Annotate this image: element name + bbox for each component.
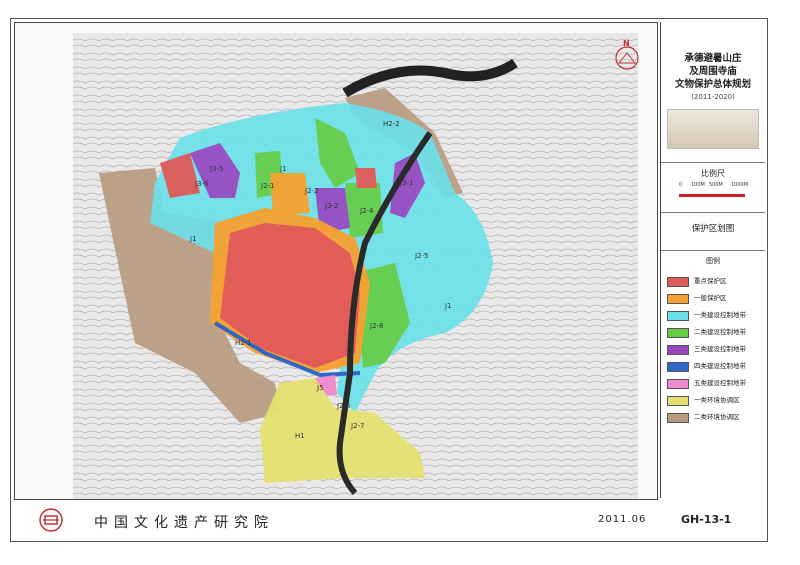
- zone-label: J3-6: [194, 180, 209, 188]
- map-frame: J1 J1 J1 J2-1 J2-2 J2-4 J2-5 J2-6 J2-7 J…: [14, 22, 658, 500]
- protection-zoning-map: J1 J1 J1 J2-1 J2-2 J2-4 J2-5 J2-6 J2-7 J…: [73, 33, 639, 499]
- zone-label: J2-7: [350, 422, 365, 430]
- zone-key-protection-ne: [355, 168, 377, 188]
- drawing-name: 保护区划图: [691, 224, 735, 234]
- zone-label: J2-5: [414, 252, 429, 260]
- legend-swatch: [667, 413, 689, 423]
- zone-label: H2-1: [235, 339, 252, 347]
- plan-title-line-3: 文物保护总体规划: [674, 79, 751, 90]
- scale-label: 比例尺: [701, 169, 725, 178]
- legend-swatch: [667, 345, 689, 355]
- legend-swatch: [667, 328, 689, 338]
- legend-label: 二类环境协调区: [694, 413, 740, 421]
- zone-label: J3-2: [324, 202, 339, 210]
- legend-swatch: [667, 311, 689, 321]
- zone-label: J2-6: [336, 402, 351, 410]
- legend-label: 重点保护区: [694, 277, 727, 285]
- zone-label: J2-4: [359, 207, 374, 215]
- zone-label: J1: [189, 235, 197, 243]
- organization-name: 中国文化遗产研究院: [94, 515, 274, 531]
- legend-swatch: [667, 379, 689, 389]
- legend-item: 一类环境协调区: [667, 395, 763, 406]
- legend-label: 五类建设控制地带: [694, 379, 746, 387]
- legend-title: 图例: [706, 257, 720, 265]
- legend-swatch: [667, 396, 689, 406]
- legend-panel: 承德避暑山庄 及周围寺庙 文物保护总体规划 (2011-2020) 比例尺 0 …: [660, 22, 765, 498]
- legend-item: 重点保护区: [667, 276, 763, 287]
- legend-label: 一类环境协调区: [694, 396, 740, 404]
- title-block: 承德避暑山庄 及周围寺庙 文物保护总体规划 (2011-2020): [661, 22, 765, 163]
- footer-bar: 中国文化遗产研究院 2011.06 GH-13-1: [14, 502, 764, 538]
- legend-label: 一般保护区: [694, 294, 727, 302]
- legend-item: 一般保护区: [667, 293, 763, 304]
- legend-item: 二类环境协调区: [667, 412, 763, 423]
- north-label: N: [623, 39, 630, 48]
- scale-bar: [679, 194, 745, 197]
- zone-label: J3-1: [399, 179, 414, 187]
- zone-label: J2-8: [369, 322, 384, 330]
- zone-label: J1: [444, 302, 452, 310]
- scale-tick: 0: [679, 182, 683, 188]
- legend-item: 二类建设控制地带: [667, 327, 763, 338]
- legend-swatch: [667, 294, 689, 304]
- architecture-thumbnail: [667, 109, 759, 149]
- scale-tick: 1000M: [731, 182, 749, 188]
- zone-label: J2-1: [260, 182, 275, 190]
- zone-label: H1: [295, 432, 305, 440]
- legend-item: 一类建设控制地带: [667, 310, 763, 321]
- zone-general-protection-north: [270, 173, 310, 215]
- legend-swatch: [667, 277, 689, 287]
- plan-years: (2011-2020): [691, 93, 735, 101]
- drawing-date: 2011.06: [598, 514, 647, 525]
- section-block: 保护区划图: [661, 212, 765, 251]
- zone-label: J2-2: [304, 187, 319, 195]
- legend-item: 五类建设控制地带: [667, 378, 763, 389]
- scale-block: 比例尺 0 100M 500M 1000M: [661, 162, 765, 213]
- legend-label: 三类建设控制地带: [694, 345, 746, 353]
- scale-tick: 500M: [709, 182, 723, 188]
- plan-title-line-1: 承德避暑山庄: [684, 53, 742, 64]
- zone-label: J3-5: [209, 165, 224, 173]
- zone-label: J5: [316, 384, 324, 392]
- legend-item: 三类建设控制地带: [667, 344, 763, 355]
- legend-label: 四类建设控制地带: [694, 362, 746, 370]
- legend-label: 一类建设控制地带: [694, 311, 746, 319]
- legend-swatch: [667, 362, 689, 372]
- legend-block: 图例 重点保护区一般保护区一类建设控制地带 二类建设控制地带 三类建设控制地带 四类建…: [661, 250, 765, 498]
- drawing-code: GH-13-1: [681, 513, 732, 526]
- zone-label: J1: [279, 165, 287, 173]
- institute-logo-icon: [39, 508, 63, 532]
- legend-item: 四类建设控制地带: [667, 361, 763, 372]
- scale-tick: 100M: [691, 182, 705, 188]
- legend-label: 二类建设控制地带: [694, 328, 746, 336]
- zone-label: H2-2: [383, 120, 400, 128]
- plan-title-line-2: 及周围寺庙: [689, 66, 737, 77]
